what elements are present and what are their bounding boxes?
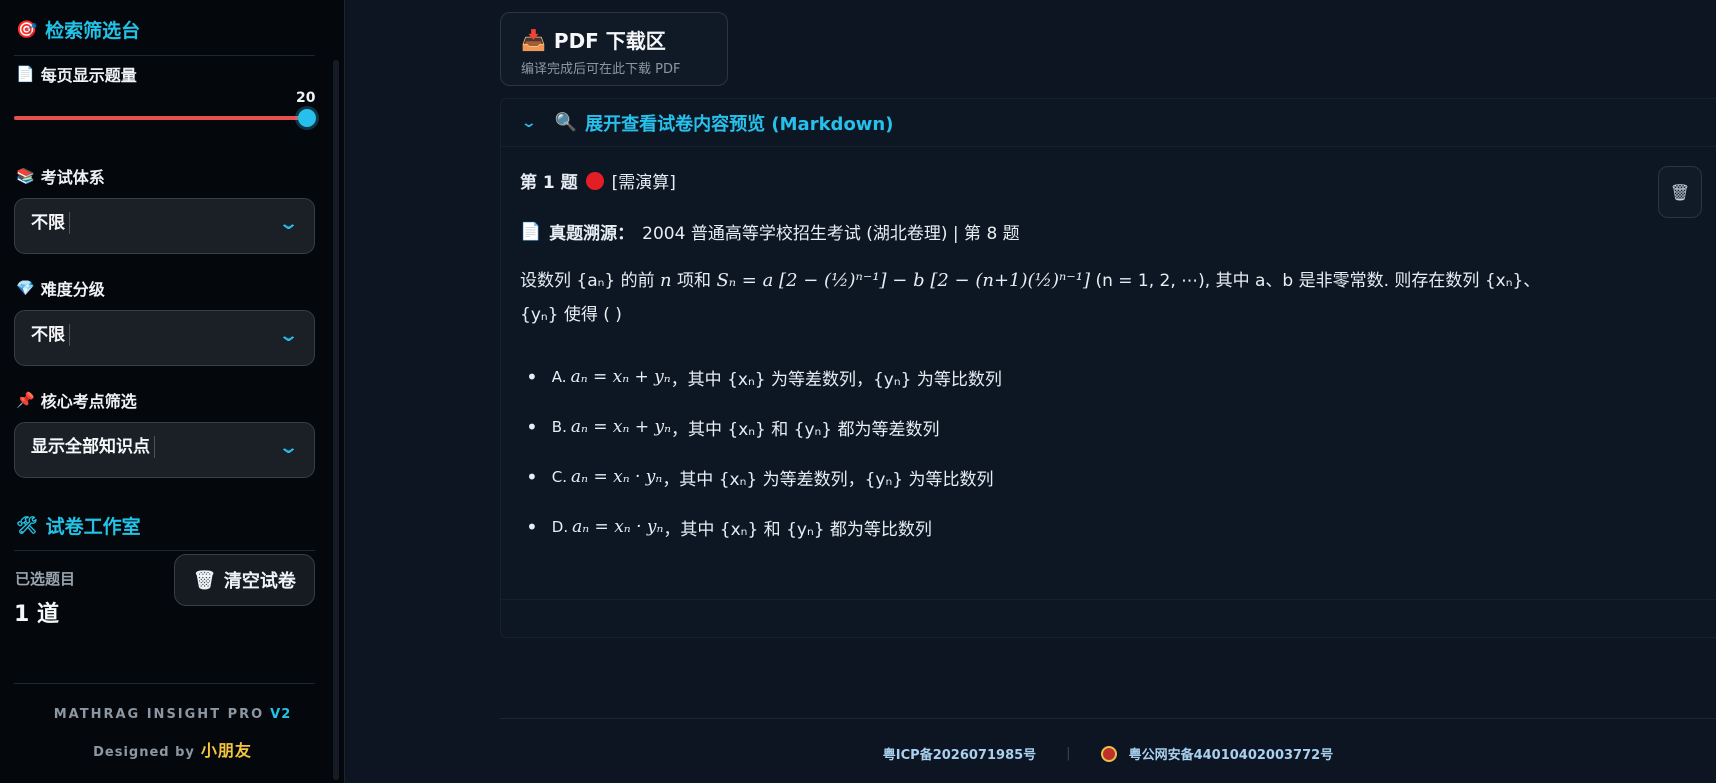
police-badge-icon xyxy=(1100,745,1117,762)
per-page-label: 📄 每页显示题量 xyxy=(16,65,137,85)
chevron-down-icon: ⌄ xyxy=(277,325,300,346)
per-page-slider-track[interactable] xyxy=(14,116,307,120)
magnifier-icon: 🔍 xyxy=(554,112,578,133)
books-icon: 📚 xyxy=(16,167,35,185)
police-record-link[interactable]: 粤公网安备44010402003772号 xyxy=(1100,744,1333,763)
pdf-download-area: 📥 PDF 下载区 编译完成后可在此下载 PDF xyxy=(500,12,728,86)
per-page-value: 20 xyxy=(296,90,316,106)
clear-paper-button[interactable]: 🗑 清空试卷 xyxy=(174,554,315,606)
studio-title: 🛠 试卷工作室 xyxy=(16,515,141,539)
expander-header[interactable]: ⌄ 🔍 展开查看试卷内容预览 (Markdown) xyxy=(501,99,1716,147)
option-c: • C. aₙ = xₙ · yₙ ，其中 {xₙ} 为等差数列，{yₙ} 为等… xyxy=(526,465,994,490)
chevron-down-icon: ⌄ xyxy=(277,437,300,458)
chevron-down-icon: ⌄ xyxy=(520,114,538,131)
filter-title: 🎯 检索筛选台 xyxy=(16,19,141,43)
download-subtitle: 编译完成后可在此下载 PDF xyxy=(521,62,681,77)
sidebar: 🎯 检索筛选台 📄 每页显示题量 20 📚 考试体系 不限 ⌄ 💎 难度分级 不… xyxy=(0,0,345,783)
page-icon: 📄 xyxy=(520,221,542,242)
option-a: • A. aₙ = xₙ + yₙ ，其中 {xₙ} 为等差数列，{yₙ} 为等… xyxy=(526,365,1002,390)
question-header: 第 1 题 [需演算] xyxy=(520,171,676,193)
option-b: • B. aₙ = xₙ + yₙ ，其中 {xₙ} 和 {yₙ} 都为等差数列 xyxy=(526,415,940,440)
sidebar-scrollbar[interactable] xyxy=(333,60,339,780)
inbox-tray-icon: 📥 xyxy=(521,27,546,52)
designer-name: 小朋友 xyxy=(200,741,252,760)
brand: MATHRAG INSIGHT PRO V2 xyxy=(53,707,292,722)
divider xyxy=(500,718,1716,719)
version-tag: V2 xyxy=(270,707,292,722)
per-page-slider-thumb[interactable] xyxy=(298,109,316,127)
divider xyxy=(14,550,315,551)
difficulty-label: 💎 难度分级 xyxy=(16,279,105,299)
main-area: 📥 PDF 下载区 编译完成后可在此下载 PDF ⌄ 🔍 展开查看试卷内容预览 … xyxy=(346,0,1716,783)
designer-credit: Designed by 小朋友 xyxy=(93,741,252,760)
footer: 粤ICP备2026071985号 | 粤公网安备44010402003772号 xyxy=(882,744,1334,763)
question-source: 📄 真题溯源： 2004 普通高等学校招生考试 (湖北卷理) | 第 8 题 xyxy=(520,221,1020,245)
divider xyxy=(14,683,315,684)
options-list: • A. aₙ = xₙ + yₙ ，其中 {xₙ} 为等差数列，{yₙ} 为等… xyxy=(526,352,1706,552)
divider xyxy=(14,55,315,56)
chevron-down-icon: ⌄ xyxy=(277,213,300,234)
core-select[interactable]: 显示全部知识点 ⌄ xyxy=(14,422,315,478)
icp-link[interactable]: 粤ICP备2026071985号 xyxy=(883,744,1036,763)
gem-icon: 💎 xyxy=(16,279,35,297)
exam-system-label: 📚 考试体系 xyxy=(16,167,105,187)
expander-title: 🔍 展开查看试卷内容预览 (Markdown) xyxy=(554,112,894,135)
trash-icon: 🗑 xyxy=(1669,182,1691,202)
divider xyxy=(501,599,1716,600)
selected-label: 已选题目 xyxy=(15,570,76,588)
page-icon: 📄 xyxy=(16,65,35,83)
option-d: • D. aₙ = xₙ · yₙ ，其中 {xₙ} 和 {yₙ} 都为等比数列 xyxy=(526,515,932,540)
selected-count: 1 道 xyxy=(14,602,59,627)
question-stem: 设数列 {aₙ} 的前 n 项和 Sₙ = a [2 − (½)ⁿ⁻¹] − b… xyxy=(520,270,1541,325)
difficulty-dot xyxy=(585,171,604,190)
pin-icon: 📌 xyxy=(16,391,35,409)
trash-icon: 🗑 xyxy=(193,569,216,591)
difficulty-select[interactable]: 不限 ⌄ xyxy=(14,310,315,366)
exam-system-select[interactable]: 不限 ⌄ xyxy=(14,198,315,254)
target-icon: 🎯 xyxy=(16,19,38,40)
download-title: 📥 PDF 下载区 xyxy=(521,27,666,54)
core-label: 📌 核心考点筛选 xyxy=(16,391,137,411)
delete-question-button[interactable]: 🗑 xyxy=(1658,166,1702,218)
tools-icon: 🛠 xyxy=(16,515,38,536)
